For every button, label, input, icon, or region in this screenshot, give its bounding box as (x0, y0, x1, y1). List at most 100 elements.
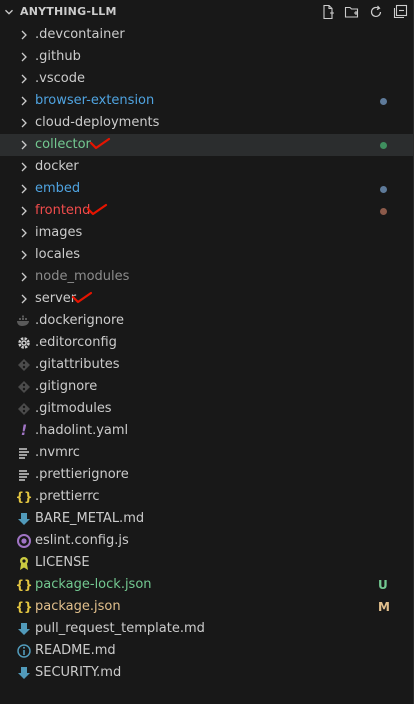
file-nvmrc[interactable]: .nvmrc (0, 442, 414, 464)
file-label: eslint.config.js (35, 533, 129, 548)
file-label: pull_request_template.md (35, 621, 205, 636)
info-icon (17, 644, 31, 658)
markdown-arrow-icon (18, 667, 30, 679)
folder-docker[interactable]: docker (0, 156, 414, 178)
git-icon (18, 359, 30, 371)
modified-dot (380, 142, 387, 149)
chevron-right-icon (21, 52, 27, 62)
file-label: package-lock.json (35, 577, 152, 592)
explorer-actions (318, 3, 410, 21)
markdown-arrow-icon (18, 623, 30, 635)
gear-icon (18, 337, 30, 349)
chevron-right-icon (21, 184, 27, 194)
folder-label: server (35, 291, 77, 306)
curly-braces-icon: {} (15, 490, 33, 504)
file-bare-metal-md[interactable]: BARE_METAL.md (0, 508, 414, 530)
folder-label: browser-extension (35, 93, 155, 108)
folder-vscode[interactable]: .vscode (0, 68, 414, 90)
license-ribbon-icon (20, 557, 28, 570)
folder-label: .vscode (35, 71, 85, 86)
folder-label: docker (35, 159, 79, 174)
file-label: .gitattributes (35, 357, 120, 372)
eslint-icon (17, 534, 31, 548)
explorer-header[interactable]: ANYTHING-LLM (0, 0, 414, 24)
folder-label: frontend (35, 203, 91, 218)
chevron-right-icon (21, 250, 27, 260)
checkmark-annotation-icon (89, 137, 111, 150)
chevron-down-icon[interactable] (2, 5, 16, 19)
file-editorconfig[interactable]: .editorconfig (0, 332, 414, 354)
folder-server[interactable]: server (0, 288, 414, 310)
file-gitmodules[interactable]: .gitmodules (0, 398, 414, 420)
text-lines-icon (19, 470, 29, 481)
folder-frontend[interactable]: frontend (0, 200, 414, 222)
workspace-title: ANYTHING-LLM (20, 5, 117, 18)
folder-collector[interactable]: collector (0, 134, 414, 156)
file-package-lock-json[interactable]: {} package-lock.json U (0, 574, 414, 596)
refresh-button[interactable] (366, 3, 386, 21)
file-readme-md[interactable]: README.md (0, 640, 414, 662)
file-label: .gitignore (35, 379, 98, 394)
folder-label: collector (35, 137, 91, 152)
file-label: .editorconfig (35, 335, 117, 350)
markdown-arrow-icon (18, 513, 30, 525)
exclamation-icon: ! (20, 423, 28, 439)
chevron-right-icon (21, 96, 27, 106)
folder-label: .devcontainer (35, 27, 125, 42)
file-gitignore[interactable]: .gitignore (0, 376, 414, 398)
git-icon (18, 381, 30, 393)
chevron-right-icon (21, 272, 27, 282)
refresh-icon (370, 5, 382, 18)
folder-locales[interactable]: locales (0, 244, 414, 266)
file-hadolint-yaml[interactable]: ! .hadolint.yaml (0, 420, 414, 442)
folder-label: locales (35, 247, 81, 262)
file-package-json[interactable]: {} package.json M (0, 596, 414, 618)
git-status-badge: U (378, 578, 388, 592)
new-folder-button[interactable] (342, 3, 362, 21)
chevron-right-icon (21, 162, 27, 172)
file-prettierignore[interactable]: .prettierignore (0, 464, 414, 486)
modified-dot (380, 98, 387, 105)
new-file-icon (323, 4, 334, 20)
file-label: BARE_METAL.md (35, 511, 145, 526)
chevron-right-icon (21, 206, 27, 216)
folder-label: embed (35, 181, 81, 196)
file-label: .dockerignore (35, 313, 125, 328)
checkmark-annotation-icon (86, 203, 108, 216)
file-label: .hadolint.yaml (35, 423, 129, 438)
chevron-right-icon (21, 140, 27, 150)
folder-browser-extension[interactable]: browser-extension (0, 90, 414, 112)
file-license[interactable]: LICENSE (0, 552, 414, 574)
folder-devcontainer[interactable]: .devcontainer (0, 24, 414, 46)
modified-dot (380, 208, 387, 215)
collapse-all-button[interactable] (390, 3, 410, 21)
file-security-md[interactable]: SECURITY.md (0, 662, 414, 684)
folder-label: cloud-deployments (35, 115, 160, 130)
file-prettierrc[interactable]: {} .prettierrc (0, 486, 414, 508)
file-label: LICENSE (35, 555, 90, 570)
docker-icon (17, 315, 29, 326)
folder-embed[interactable]: embed (0, 178, 414, 200)
file-tree: .devcontainer .github .vscode browser-ex… (0, 24, 414, 684)
folder-cloud-deployments[interactable]: cloud-deployments (0, 112, 414, 134)
chevron-right-icon (21, 294, 27, 304)
file-label: .prettierignore (35, 467, 129, 482)
folder-node-modules[interactable]: node_modules (0, 266, 414, 288)
git-status-badge: M (378, 600, 390, 614)
chevron-right-icon (21, 118, 27, 128)
file-label: .prettierrc (35, 489, 100, 504)
folder-label: node_modules (35, 269, 130, 284)
folder-github[interactable]: .github (0, 46, 414, 68)
checkmark-annotation-icon (71, 291, 93, 304)
folder-label: .github (35, 49, 81, 64)
file-eslint-config-js[interactable]: eslint.config.js (0, 530, 414, 552)
new-file-button[interactable] (318, 3, 338, 21)
folder-images[interactable]: images (0, 222, 414, 244)
file-gitattributes[interactable]: .gitattributes (0, 354, 414, 376)
file-pull-request-template-md[interactable]: pull_request_template.md (0, 618, 414, 640)
file-label: SECURITY.md (35, 665, 122, 680)
collapse-all-icon (393, 4, 408, 19)
file-label: package.json (35, 599, 121, 614)
curly-braces-icon: {} (15, 578, 33, 592)
file-dockerignore[interactable]: .dockerignore (0, 310, 414, 332)
